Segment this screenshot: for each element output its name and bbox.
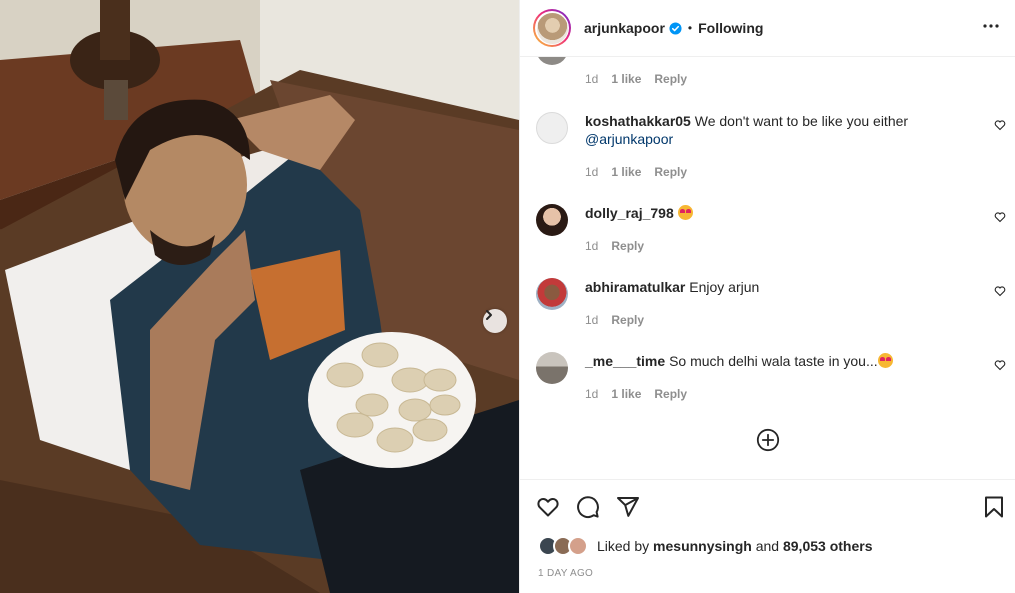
heart-icon: [994, 360, 1006, 371]
post-side-panel: arjunkapoor • Following 1d 1 like Reply …: [519, 0, 1015, 593]
comment-text: We don't want to be like you either: [694, 113, 909, 129]
heart-icon: [994, 212, 1006, 223]
bookmark-icon: [985, 496, 1003, 518]
like-button[interactable]: [536, 495, 560, 522]
comment-likes[interactable]: 1 like: [611, 387, 641, 401]
comment-meta: 1d 1 like Reply: [585, 165, 687, 179]
comment-like-button[interactable]: [994, 211, 1006, 226]
post-actions: Liked by mesunnysingh and 89,053 others …: [520, 479, 1015, 593]
reply-button[interactable]: Reply: [654, 165, 687, 179]
comment-icon: [577, 496, 599, 518]
post-header: arjunkapoor • Following: [520, 0, 1015, 57]
comment-button[interactable]: [576, 495, 600, 522]
comment-text: Enjoy arjun: [689, 279, 760, 295]
comment-like-button[interactable]: [994, 285, 1006, 300]
comment-avatar[interactable]: [536, 204, 568, 236]
comment-username[interactable]: abhiramatulkar: [585, 279, 685, 295]
comment-avatar[interactable]: [536, 57, 568, 65]
share-button[interactable]: [616, 495, 640, 522]
comment-time: 1d: [585, 387, 599, 401]
comment-time: 1d: [585, 313, 599, 327]
heart-icon: [994, 120, 1006, 131]
author-username[interactable]: arjunkapoor: [584, 20, 665, 36]
author-avatar-image: [536, 12, 568, 44]
comment-text: So much delhi wala taste in you...: [669, 353, 878, 369]
comments-list[interactable]: 1d 1 like Reply koshathakkar05 We don't …: [520, 57, 1015, 479]
comment-meta: 1d Reply: [585, 239, 644, 253]
reply-button[interactable]: Reply: [654, 72, 687, 86]
plus-circle-icon: [756, 428, 780, 452]
comment-username[interactable]: dolly_raj_798: [585, 205, 674, 221]
chevron-right-icon: [486, 310, 492, 320]
comment-likes[interactable]: 1 like: [611, 72, 641, 86]
comment-meta: 1d Reply: [585, 313, 644, 327]
following-button[interactable]: Following: [698, 20, 763, 36]
comment-like-button[interactable]: [994, 119, 1006, 134]
reply-button[interactable]: Reply: [611, 313, 644, 327]
comment-avatar[interactable]: [536, 112, 568, 144]
save-button[interactable]: [982, 495, 1006, 522]
comment-mention[interactable]: @arjunkapoor: [585, 131, 673, 147]
reply-button[interactable]: Reply: [654, 387, 687, 401]
share-icon: [617, 497, 639, 517]
next-image-button[interactable]: [483, 309, 507, 333]
post-date[interactable]: 1 DAY AGO: [538, 568, 593, 579]
post-modal: arjunkapoor • Following 1d 1 like Reply …: [0, 0, 1015, 593]
likes-count[interactable]: 89,053 others: [783, 538, 873, 554]
liker-avatar: [568, 536, 588, 556]
heart-eyes-emoji: [677, 205, 693, 220]
comment-meta: 1d 1 like Reply: [585, 387, 687, 401]
heart-icon: [994, 286, 1006, 297]
comment-username[interactable]: _me___time: [585, 353, 665, 369]
likes-and-label: and: [755, 538, 780, 554]
comment-time: 1d: [585, 165, 599, 179]
comment-likes[interactable]: 1 like: [611, 165, 641, 179]
liked-by-user[interactable]: mesunnysingh: [653, 538, 752, 554]
header-separator: •: [687, 21, 693, 35]
comment-username[interactable]: koshathakkar05: [585, 113, 691, 129]
likes-summary: Liked by mesunnysingh and 89,053 others: [538, 536, 872, 556]
verified-badge-icon: [669, 21, 682, 35]
comment-like-button[interactable]: [994, 359, 1006, 374]
liked-by-label: Liked by: [597, 538, 650, 554]
post-image[interactable]: [0, 0, 519, 593]
heart-eyes-emoji: [877, 353, 893, 368]
heart-icon: [537, 498, 559, 517]
comment-meta: 1d 1 like Reply: [585, 72, 687, 86]
comment-avatar[interactable]: [536, 278, 568, 310]
comment-time: 1d: [585, 239, 599, 253]
more-options-icon: [983, 24, 999, 28]
load-more-comments-button[interactable]: [756, 428, 780, 455]
comment-avatar[interactable]: [536, 352, 568, 384]
more-options-button[interactable]: [982, 17, 1000, 38]
author-avatar[interactable]: [533, 9, 571, 47]
post-photo-illustration: [0, 0, 519, 593]
reply-button[interactable]: Reply: [611, 239, 644, 253]
comment-time: 1d: [585, 72, 599, 86]
